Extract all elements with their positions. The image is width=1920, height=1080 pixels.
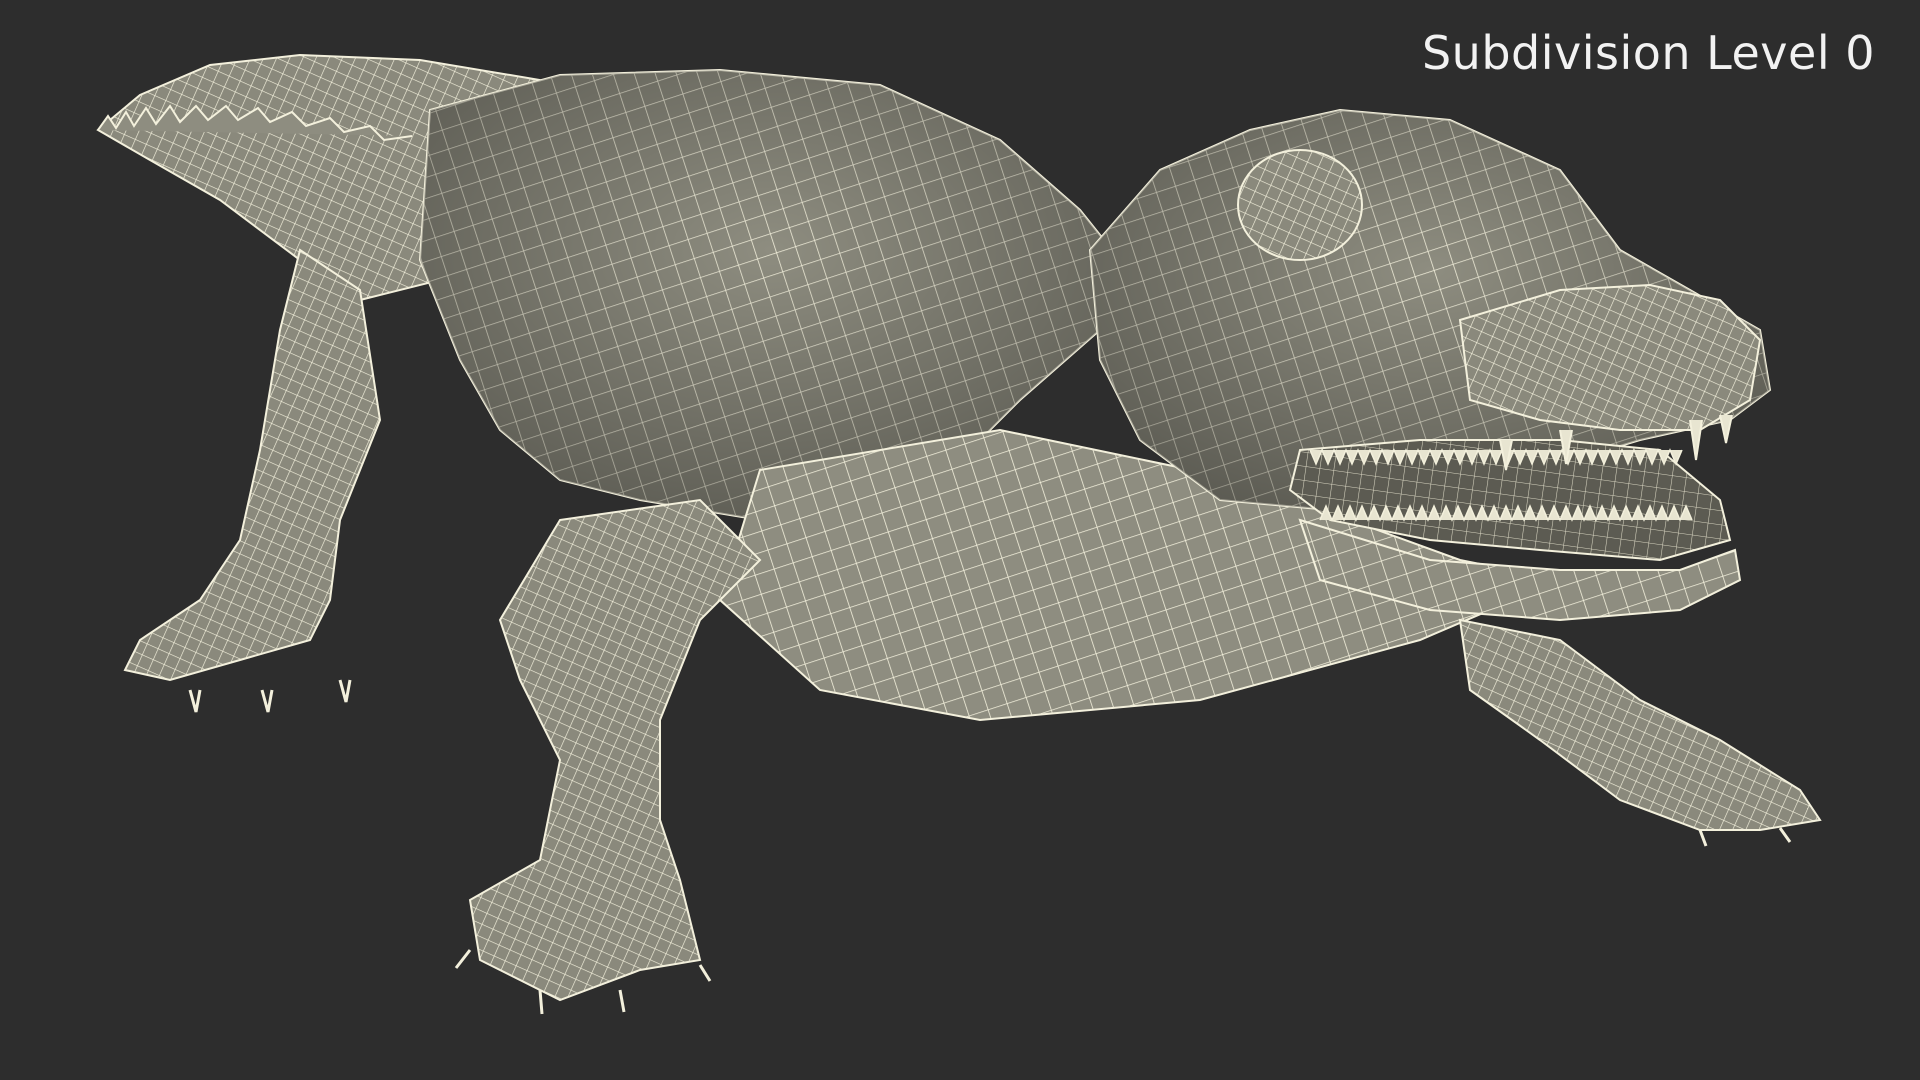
eye-bulge bbox=[1237, 149, 1363, 261]
rear-left-leg bbox=[123, 248, 382, 682]
rear-left-foot-claws bbox=[188, 679, 352, 713]
3d-viewport[interactable]: Subdivision Level 0 bbox=[0, 0, 1920, 1080]
alligator-wireframe-model bbox=[96, 53, 1822, 1015]
snout bbox=[1458, 283, 1762, 431]
front-right-leg bbox=[1458, 618, 1822, 831]
subdivision-level-label: Subdivision Level 0 bbox=[1421, 26, 1875, 80]
front-left-leg bbox=[468, 498, 762, 1002]
